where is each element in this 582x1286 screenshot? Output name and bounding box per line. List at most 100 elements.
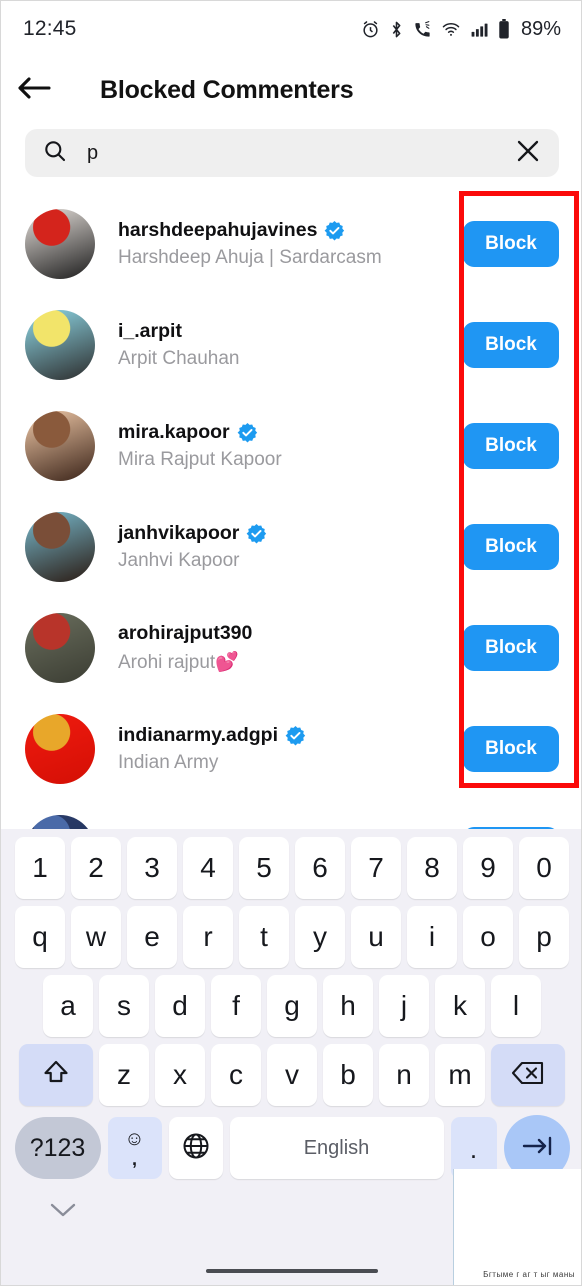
key-8[interactable]: 8 bbox=[407, 837, 457, 899]
key-r[interactable]: r bbox=[183, 906, 233, 968]
list-item[interactable]: arohirajput390 Arohi rajput💕 Block bbox=[1, 597, 581, 698]
bluetooth-icon bbox=[389, 20, 404, 39]
key-s[interactable]: s bbox=[99, 975, 149, 1037]
key-q[interactable]: q bbox=[15, 906, 65, 968]
username-line: i_.arpit bbox=[118, 320, 463, 343]
globe-icon bbox=[181, 1131, 211, 1166]
zxcv-letter-keys: zxcvbnm bbox=[99, 1044, 485, 1106]
key-3[interactable]: 3 bbox=[127, 837, 177, 899]
block-button[interactable]: Block bbox=[463, 220, 559, 267]
emoji-smiley-icon: ☺ bbox=[124, 1127, 145, 1150]
list-item[interactable]: mira.kapoor Mira Rajput Kapoor Block bbox=[1, 395, 581, 496]
chevron-down-icon bbox=[48, 1200, 78, 1225]
search-icon bbox=[43, 139, 67, 168]
user-meta: janhvikapoor Janhvi Kapoor bbox=[118, 522, 463, 572]
block-button[interactable]: Block bbox=[463, 725, 559, 772]
username-line: harshdeepahujavines bbox=[118, 219, 463, 242]
key-2[interactable]: 2 bbox=[71, 837, 121, 899]
username-line: indianarmy.adgpi bbox=[118, 724, 463, 747]
username: mira.kapoor bbox=[118, 420, 230, 443]
key-p[interactable]: p bbox=[519, 906, 569, 968]
key-j[interactable]: j bbox=[379, 975, 429, 1037]
key-v[interactable]: v bbox=[267, 1044, 317, 1106]
block-button[interactable]: Block bbox=[463, 422, 559, 469]
list-item[interactable]: janhvikapoor Janhvi Kapoor Block bbox=[1, 496, 581, 597]
avatar[interactable] bbox=[25, 208, 95, 279]
list-item[interactable]: indianarmy.adgpi Indian Army Block bbox=[1, 698, 581, 799]
key-l[interactable]: l bbox=[491, 975, 541, 1037]
key-c[interactable]: c bbox=[211, 1044, 261, 1106]
list-item[interactable]: harshdeepahujavines Harshdeep Ahuja | Sar… bbox=[1, 193, 581, 294]
phone-screen: 12:45 89% Blocked Commenters p harshdeep… bbox=[0, 0, 582, 1286]
verified-badge-icon bbox=[324, 220, 345, 241]
username: i_.arpit bbox=[118, 319, 182, 342]
search-bar[interactable]: p bbox=[25, 129, 559, 177]
back-button[interactable] bbox=[1, 62, 67, 118]
key-7[interactable]: 7 bbox=[351, 837, 401, 899]
keyboard-row-zxcv: zxcvbnm bbox=[1, 1044, 581, 1106]
key-9[interactable]: 9 bbox=[463, 837, 513, 899]
avatar[interactable] bbox=[25, 309, 95, 380]
search-clear-button[interactable] bbox=[515, 138, 541, 169]
key-e[interactable]: e bbox=[127, 906, 177, 968]
key-w[interactable]: w bbox=[71, 906, 121, 968]
arrow-left-icon bbox=[17, 75, 51, 106]
key-f[interactable]: f bbox=[211, 975, 261, 1037]
key-z[interactable]: z bbox=[99, 1044, 149, 1106]
key-h[interactable]: h bbox=[323, 975, 373, 1037]
key-n[interactable]: n bbox=[379, 1044, 429, 1106]
key-d[interactable]: d bbox=[155, 975, 205, 1037]
avatar[interactable] bbox=[25, 713, 95, 784]
key-i[interactable]: i bbox=[407, 906, 457, 968]
backspace-key[interactable] bbox=[491, 1044, 565, 1106]
close-icon bbox=[515, 138, 541, 169]
full-name: Mira Rajput Kapoor bbox=[118, 448, 282, 470]
key-4[interactable]: 4 bbox=[183, 837, 233, 899]
keyboard-row-qwerty: qwertyuiop bbox=[1, 906, 581, 968]
hide-keyboard-button[interactable] bbox=[41, 1195, 85, 1229]
shift-up-icon bbox=[41, 1058, 71, 1093]
comma-label: , bbox=[131, 1148, 137, 1169]
key-b[interactable]: b bbox=[323, 1044, 373, 1106]
key-x[interactable]: x bbox=[155, 1044, 205, 1106]
username: arohirajput390 bbox=[118, 621, 253, 644]
key-m[interactable]: m bbox=[435, 1044, 485, 1106]
on-screen-keyboard[interactable]: 1234567890 qwertyuiop asdfghjkl zxcvbnm bbox=[1, 829, 581, 1285]
user-meta: arohirajput390 Arohi rajput💕 bbox=[118, 622, 463, 674]
signal-icon bbox=[470, 20, 489, 39]
user-meta: indianarmy.adgpi Indian Army bbox=[118, 724, 463, 774]
status-time: 12:45 bbox=[23, 17, 77, 40]
key-o[interactable]: o bbox=[463, 906, 513, 968]
block-button[interactable]: Block bbox=[463, 523, 559, 570]
block-button[interactable]: Block bbox=[463, 624, 559, 671]
key-u[interactable]: u bbox=[351, 906, 401, 968]
full-name: Harshdeep Ahuja | Sardarcasm bbox=[118, 246, 382, 268]
search-input[interactable]: p bbox=[87, 143, 515, 163]
user-meta: mira.kapoor Mira Rajput Kapoor bbox=[118, 421, 463, 471]
key-1[interactable]: 1 bbox=[15, 837, 65, 899]
artifact-text: Бгтыме г аг т ыг маны bbox=[483, 1270, 575, 1279]
list-item[interactable]: Block bbox=[1, 799, 581, 833]
key-k[interactable]: k bbox=[435, 975, 485, 1037]
backspace-icon bbox=[511, 1060, 545, 1091]
block-button[interactable]: Block bbox=[463, 321, 559, 368]
key-6[interactable]: 6 bbox=[295, 837, 345, 899]
avatar[interactable] bbox=[25, 612, 95, 683]
avatar[interactable] bbox=[25, 511, 95, 582]
shift-key[interactable] bbox=[19, 1044, 93, 1106]
key-a[interactable]: a bbox=[43, 975, 93, 1037]
key-t[interactable]: t bbox=[239, 906, 289, 968]
blocked-commenters-list[interactable]: harshdeepahujavines Harshdeep Ahuja | Sar… bbox=[1, 193, 581, 833]
full-name: Arohi rajput💕 bbox=[118, 651, 239, 673]
full-name: Arpit Chauhan bbox=[118, 347, 240, 369]
key-y[interactable]: y bbox=[295, 906, 345, 968]
avatar[interactable] bbox=[25, 410, 95, 481]
list-item[interactable]: i_.arpit Arpit Chauhan Block bbox=[1, 294, 581, 395]
username: indianarmy.adgpi bbox=[118, 723, 278, 746]
key-0[interactable]: 0 bbox=[519, 837, 569, 899]
user-meta: i_.arpit Arpit Chauhan bbox=[118, 320, 463, 370]
call-icon bbox=[413, 20, 432, 39]
key-g[interactable]: g bbox=[267, 975, 317, 1037]
page-title: Blocked Commenters bbox=[100, 75, 354, 104]
key-5[interactable]: 5 bbox=[239, 837, 289, 899]
